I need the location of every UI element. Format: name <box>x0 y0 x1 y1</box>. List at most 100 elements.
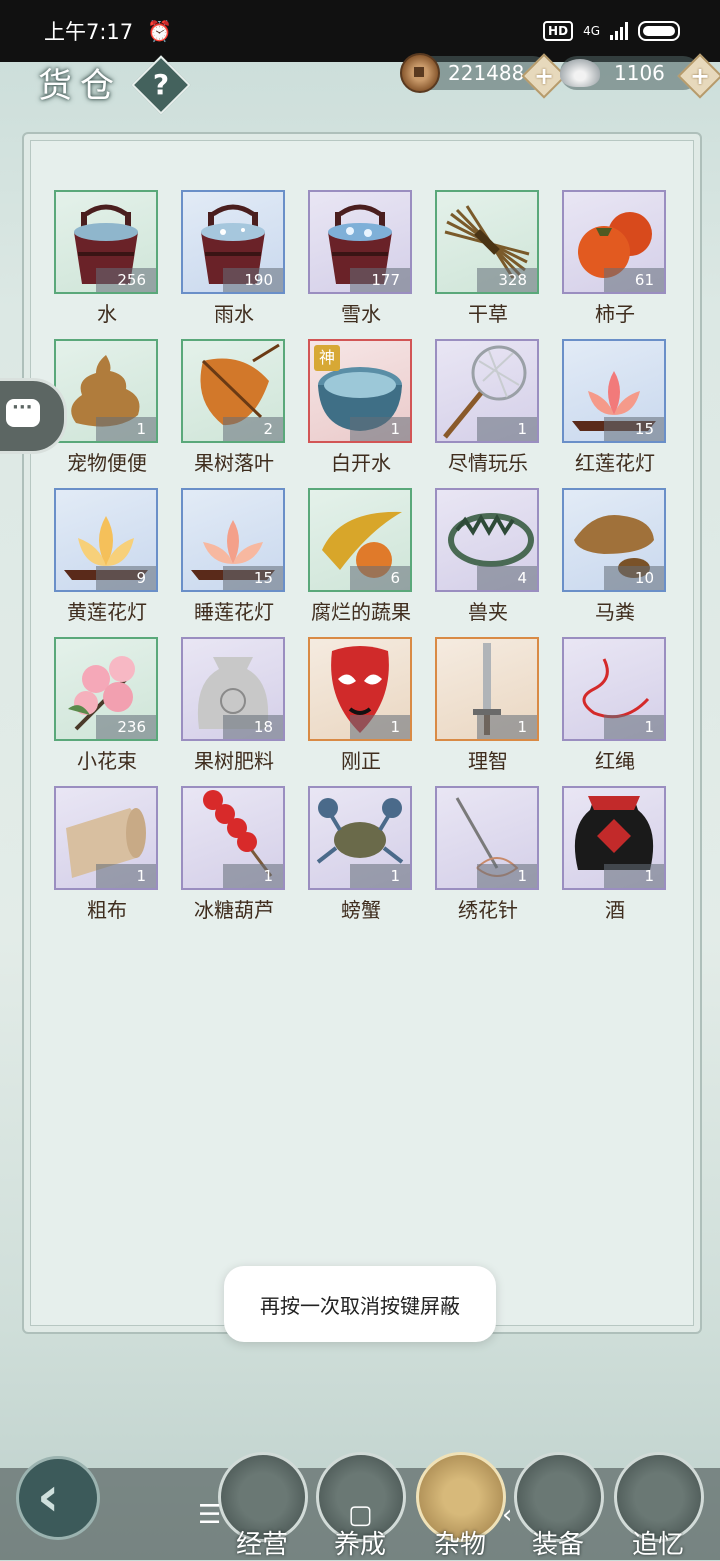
item-name: 宠物便便 <box>67 451 147 475</box>
inventory-item[interactable]: 4 兽夹 <box>435 488 541 634</box>
item-slot[interactable]: 1 <box>308 637 412 741</box>
item-count: 190 <box>223 268 283 292</box>
item-slot[interactable]: 1 <box>562 786 666 890</box>
system-nav: ☰ ▢ ‹ <box>0 1500 720 1540</box>
item-count: 1 <box>604 715 664 739</box>
plus-icon: + <box>533 61 555 90</box>
item-slot[interactable]: 1 <box>54 786 158 890</box>
inventory-item[interactable]: 256 水 <box>54 190 160 336</box>
inventory-item[interactable]: 1 红绳 <box>562 637 668 783</box>
inventory-item[interactable]: 236 小花束 <box>54 637 160 783</box>
item-count: 1 <box>477 864 537 888</box>
top-bar: 货仓 ? 221488 + 1106 + <box>0 52 720 122</box>
item-slot[interactable]: 1 <box>435 339 539 443</box>
silver-ingot-icon <box>560 59 600 87</box>
item-slot[interactable]: 1 <box>435 786 539 890</box>
inventory-item[interactable]: 1 宠物便便 <box>54 339 160 485</box>
inventory-item[interactable]: 61 柿子 <box>562 190 668 336</box>
hd-badge: HD <box>543 21 574 41</box>
item-slot[interactable]: 6 <box>308 488 412 592</box>
item-count: 256 <box>96 268 156 292</box>
item-name: 理智 <box>468 749 508 773</box>
item-count: 6 <box>350 566 410 590</box>
item-slot[interactable]: 190 <box>181 190 285 294</box>
question-icon: ? <box>152 68 170 101</box>
item-slot[interactable]: 236 <box>54 637 158 741</box>
inventory-item[interactable]: 2 果树落叶 <box>181 339 287 485</box>
item-count: 236 <box>96 715 156 739</box>
item-slot[interactable]: 328 <box>435 190 539 294</box>
alarm-icon: ⏰ <box>147 19 173 43</box>
item-slot[interactable]: 61 <box>562 190 666 294</box>
item-name: 水 <box>97 302 117 326</box>
item-slot[interactable]: 10 <box>562 488 666 592</box>
inventory-item[interactable]: 177 雪水 <box>308 190 414 336</box>
item-slot[interactable]: 1 <box>562 637 666 741</box>
copper-coin-icon <box>400 53 440 93</box>
inventory-item[interactable]: 1 绣花针 <box>435 786 541 932</box>
item-slot[interactable]: 1 <box>181 786 285 890</box>
back-key-icon[interactable]: ‹ <box>502 1500 512 1530</box>
plus-icon: + <box>689 61 711 90</box>
inventory-item[interactable]: 9 黄莲花灯 <box>54 488 160 634</box>
item-name: 尽情玩乐 <box>448 451 528 475</box>
item-name: 雨水 <box>214 302 254 326</box>
item-name: 马粪 <box>595 600 635 624</box>
item-count: 18 <box>223 715 283 739</box>
item-slot[interactable]: 9 <box>54 488 158 592</box>
inventory-item[interactable]: 6 腐烂的蔬果 <box>308 488 414 634</box>
item-name: 腐烂的蔬果 <box>311 600 411 624</box>
item-slot[interactable]: 177 <box>308 190 412 294</box>
home-key-icon[interactable]: ▢ <box>348 1500 373 1530</box>
item-name: 雪水 <box>341 302 381 326</box>
inventory-item[interactable]: 328 干草 <box>435 190 541 336</box>
inventory-item[interactable]: 190 雨水 <box>181 190 287 336</box>
item-name: 柿子 <box>595 302 635 326</box>
item-count: 1 <box>350 715 410 739</box>
item-slot[interactable]: 15 <box>181 488 285 592</box>
item-count: 9 <box>96 566 156 590</box>
item-slot[interactable]: 2 <box>181 339 285 443</box>
item-count: 1 <box>96 864 156 888</box>
divine-badge: 神 <box>314 345 340 371</box>
status-time: 上午7:17 <box>44 20 134 44</box>
inventory-item[interactable]: 1酒 <box>562 786 668 932</box>
inventory-item[interactable]: 1 理智 <box>435 637 541 783</box>
item-name: 兽夹 <box>468 600 508 624</box>
item-name: 小花束 <box>77 749 137 773</box>
inventory-item[interactable]: 1 刚正 <box>308 637 414 783</box>
item-count: 1 <box>223 864 283 888</box>
battery-icon <box>638 21 680 41</box>
item-slot[interactable]: 256 <box>54 190 158 294</box>
item-slot[interactable]: 1 <box>54 339 158 443</box>
inventory-item[interactable]: 18 果树肥料 <box>181 637 287 783</box>
item-slot[interactable]: 1 <box>435 637 539 741</box>
item-name: 干草 <box>468 302 508 326</box>
inventory-item[interactable]: 1 粗布 <box>54 786 160 932</box>
item-slot[interactable]: 18 <box>181 637 285 741</box>
chat-button[interactable] <box>0 378 67 454</box>
inventory-item[interactable]: 15 红莲花灯 <box>562 339 668 485</box>
inventory-item[interactable]: 1 冰糖葫芦 <box>181 786 287 932</box>
menu-key-icon[interactable]: ☰ <box>198 1500 221 1530</box>
item-name: 红绳 <box>595 749 635 773</box>
item-count: 1 <box>350 417 410 441</box>
page-title: 货仓 <box>38 66 122 106</box>
coin-amount: 221488 <box>448 61 525 85</box>
item-count: 1 <box>477 715 537 739</box>
item-slot[interactable]: 1 <box>308 786 412 890</box>
inventory-item[interactable]: 15 睡莲花灯 <box>181 488 287 634</box>
item-name: 刚正 <box>341 749 381 773</box>
inventory-item[interactable]: 10 马粪 <box>562 488 668 634</box>
inventory-item[interactable]: 1 螃蟹 <box>308 786 414 932</box>
item-name: 冰糖葫芦 <box>194 898 274 922</box>
item-slot[interactable]: 神1 <box>308 339 412 443</box>
inventory-item[interactable]: 1 尽情玩乐 <box>435 339 541 485</box>
item-count: 15 <box>604 417 664 441</box>
help-button[interactable]: ? <box>131 55 191 115</box>
item-slot[interactable]: 15 <box>562 339 666 443</box>
inventory-item[interactable]: 神 1 白开水 <box>308 339 414 485</box>
item-name: 果树肥料 <box>194 749 274 773</box>
item-count: 1 <box>96 417 156 441</box>
item-slot[interactable]: 4 <box>435 488 539 592</box>
